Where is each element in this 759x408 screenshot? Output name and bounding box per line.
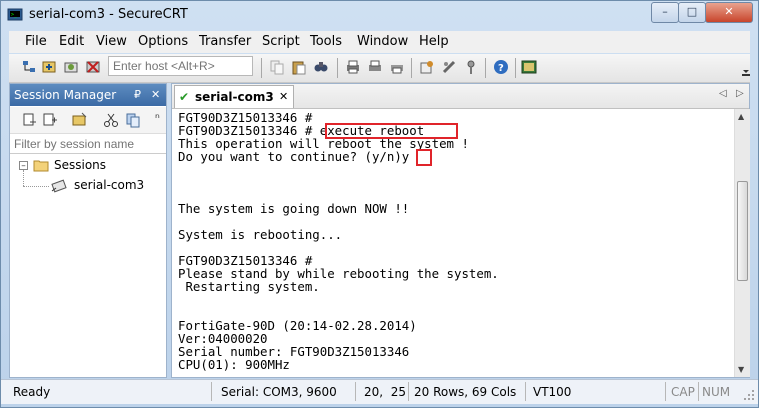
- app-window: >_ serial-com3 - SecureCRT – □ ✕ File Ed…: [0, 0, 759, 408]
- status-separator: [525, 382, 526, 401]
- answer-highlight-box: [416, 149, 432, 166]
- tab-close-icon[interactable]: ✕: [279, 90, 288, 103]
- svg-text:>_: >_: [11, 12, 18, 18]
- status-emulation: VT100: [533, 385, 572, 399]
- status-separator: [665, 382, 666, 401]
- menu-bar: File Edit View Options Transfer Script T…: [9, 31, 750, 53]
- status-cursor-position: 20, 25: [364, 385, 406, 399]
- session-options-icon[interactable]: [419, 59, 435, 75]
- status-caps-lock: CAP: [671, 385, 695, 399]
- sftp-icon[interactable]: [521, 59, 537, 75]
- tree-sessions-folder[interactable]: Sessions: [54, 158, 106, 172]
- connect-in-tab-icon[interactable]: [63, 59, 79, 75]
- status-separator: [698, 382, 699, 401]
- menu-view[interactable]: View: [96, 34, 127, 49]
- status-num-lock: NUM: [702, 385, 731, 399]
- connect-icon[interactable]: [21, 59, 37, 75]
- tab-scroll-left-icon[interactable]: ◁: [719, 88, 727, 99]
- session-manager-pane: Session Manager ₽ ✕ ⁿ – Sessions serial-…: [9, 83, 167, 378]
- status-separator: [408, 382, 409, 401]
- vertical-scrollbar[interactable]: ▲ ▼: [734, 109, 750, 377]
- session-filter-input[interactable]: [10, 134, 166, 154]
- print-icon[interactable]: [345, 59, 361, 75]
- copy-session-icon[interactable]: [125, 112, 141, 128]
- tab-scroll-right-icon[interactable]: ▷: [736, 88, 744, 99]
- tree-connector: [23, 170, 24, 186]
- menu-window[interactable]: Window: [357, 34, 408, 49]
- toolbar-separator: [485, 58, 486, 78]
- session-manager-toolbar: ⁿ: [10, 107, 166, 134]
- find-icon[interactable]: [313, 59, 329, 75]
- menu-script[interactable]: Script: [262, 34, 300, 49]
- status-connection: Serial: COM3, 9600: [221, 385, 337, 399]
- menu-options[interactable]: Options: [138, 34, 188, 49]
- disconnect-icon[interactable]: [85, 59, 101, 75]
- resize-grip-icon[interactable]: [743, 389, 755, 401]
- print-selection-icon[interactable]: [367, 59, 383, 75]
- scrollbar-thumb[interactable]: [737, 181, 748, 281]
- paste-icon[interactable]: [291, 59, 307, 75]
- new-folder-icon[interactable]: [72, 112, 88, 128]
- tree-collapse-toggle[interactable]: –: [19, 161, 28, 171]
- session-manager-title: Session Manager: [14, 88, 117, 102]
- toolbar-overflow-icon[interactable]: [742, 66, 750, 76]
- pane-close-icon[interactable]: ✕: [151, 88, 160, 101]
- session-area: ✔ serial-com3 ✕ ◁ ▷ FGT90D3Z15013346 # F…: [171, 83, 750, 378]
- menu-edit[interactable]: Edit: [59, 34, 84, 49]
- connect-session-icon[interactable]: [22, 112, 38, 128]
- status-separator: [211, 382, 212, 401]
- connected-check-icon: ✔: [179, 90, 190, 104]
- status-terminal-size: 20 Rows, 69 Cols: [414, 385, 517, 399]
- serial-session-icon: [51, 179, 67, 193]
- scroll-down-icon[interactable]: ▼: [738, 365, 744, 374]
- terminal-line: Restarting system.: [178, 279, 320, 294]
- toolbar-separator: [515, 58, 516, 78]
- terminal-line: The system is going down NOW !!: [178, 201, 410, 216]
- terminal-line: System is rebooting...: [178, 227, 343, 242]
- menu-help[interactable]: Help: [419, 34, 449, 49]
- toolbar-separator: [337, 58, 338, 78]
- quick-connect-icon[interactable]: [41, 59, 57, 75]
- status-separator: [355, 382, 356, 401]
- toolbar-separator: [261, 58, 262, 78]
- terminal-line: CPU(01): 900MHz: [178, 357, 290, 372]
- menu-transfer[interactable]: Transfer: [199, 34, 251, 49]
- window-title: serial-com3 - SecureCRT: [29, 7, 188, 22]
- new-session-icon[interactable]: [42, 112, 58, 128]
- global-options-icon[interactable]: [441, 59, 457, 75]
- quick-connect-input[interactable]: [108, 56, 253, 76]
- terminal-output[interactable]: FGT90D3Z15013346 # FGT90D3Z15013346 # ex…: [172, 109, 734, 377]
- scroll-up-icon[interactable]: ▲: [738, 112, 744, 121]
- status-ready: Ready: [13, 385, 51, 399]
- cut-icon[interactable]: [103, 112, 119, 128]
- tab-serial-com3[interactable]: ✔ serial-com3 ✕: [174, 85, 294, 108]
- session-tab-bar: ✔ serial-com3 ✕ ◁ ▷: [172, 84, 749, 109]
- toolbar-separator: [411, 58, 412, 78]
- toolbar: ?: [9, 54, 750, 83]
- tree-session-item[interactable]: serial-com3: [74, 178, 144, 192]
- folder-icon: [33, 160, 49, 172]
- securecrt-app-icon: >_: [7, 8, 23, 21]
- status-bar: Ready Serial: COM3, 9600 20, 25 20 Rows,…: [1, 379, 758, 404]
- session-manager-header: Session Manager ₽ ✕: [10, 84, 166, 106]
- menu-file[interactable]: File: [25, 34, 47, 49]
- sm-toolbar-overflow-icon[interactable]: ⁿ: [155, 111, 160, 125]
- tab-label: serial-com3: [195, 90, 274, 104]
- pin-icon[interactable]: ₽: [134, 88, 141, 101]
- keymap-icon[interactable]: [463, 59, 479, 75]
- copy-icon[interactable]: [269, 59, 285, 75]
- print-screen-icon[interactable]: [389, 59, 405, 75]
- title-bar: >_ serial-com3 - SecureCRT – □ ✕: [1, 1, 758, 29]
- terminal-line: Do you want to continue? (y/n)y: [178, 149, 410, 164]
- svg-text:?: ?: [498, 63, 504, 74]
- menu-tools[interactable]: Tools: [310, 34, 342, 49]
- tree-connector: [23, 186, 49, 187]
- command-highlight-box: [325, 123, 458, 139]
- maximize-button[interactable]: □: [678, 2, 706, 23]
- close-button[interactable]: ✕: [705, 2, 753, 23]
- help-icon[interactable]: ?: [493, 59, 509, 75]
- minimize-button[interactable]: –: [651, 2, 679, 23]
